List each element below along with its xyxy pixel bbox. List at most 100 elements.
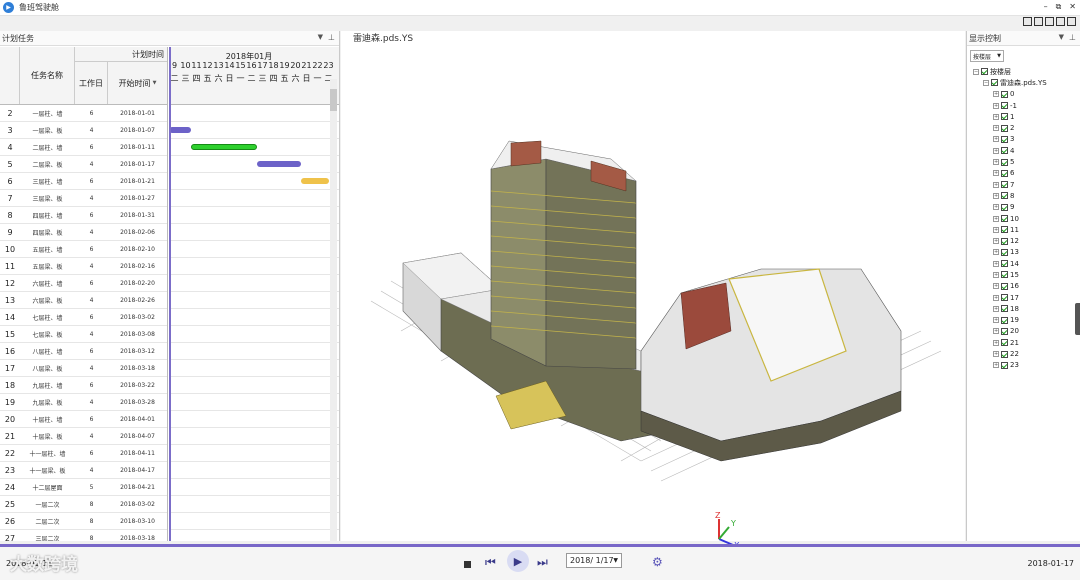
table-row[interactable]: 27 三层二次 8 2018-03-18 <box>0 530 167 542</box>
checkbox[interactable] <box>981 68 988 76</box>
expand-icon[interactable]: + <box>993 125 999 132</box>
tree-floor-item[interactable]: +14 <box>973 258 1080 269</box>
checkbox[interactable] <box>1001 181 1008 189</box>
side-drawer-tab[interactable] <box>1075 303 1080 335</box>
expand-icon[interactable]: + <box>993 339 999 346</box>
checkbox[interactable] <box>991 79 998 87</box>
checkbox[interactable] <box>1001 169 1008 177</box>
restore-button[interactable]: ⧉ <box>1056 2 1062 12</box>
vertical-scrollbar[interactable] <box>330 79 337 541</box>
tree-floor-item[interactable]: +17 <box>973 292 1080 303</box>
iso-view-icon[interactable] <box>1056 17 1065 26</box>
tree-floor-item[interactable]: +16 <box>973 281 1080 292</box>
table-row[interactable]: 5 二层梁、板 4 2018-01-17 <box>0 156 167 173</box>
table-row[interactable]: 23 十一层梁、板 4 2018-04-17 <box>0 462 167 479</box>
table-row[interactable]: 12 六层柱、墙 6 2018-02-20 <box>0 275 167 292</box>
table-row[interactable]: 9 四层梁、板 4 2018-02-06 <box>0 224 167 241</box>
table-row[interactable]: 26 二层二次 8 2018-03-10 <box>0 513 167 530</box>
front-view-icon[interactable] <box>1023 17 1032 26</box>
table-row[interactable]: 21 十层梁、板 4 2018-04-07 <box>0 428 167 445</box>
tree-floor-item[interactable]: +0 <box>973 89 1080 100</box>
checkbox[interactable] <box>1001 248 1008 256</box>
checkbox[interactable] <box>1001 135 1008 143</box>
tree-file[interactable]: − 雷迪森.pds.YS <box>973 77 1080 88</box>
expand-icon[interactable]: + <box>993 260 999 267</box>
checkbox[interactable] <box>1001 113 1008 121</box>
model-view[interactable]: 雷迪森.pds.YS Z Y <box>341 31 965 549</box>
checkbox[interactable] <box>1001 271 1008 279</box>
table-row[interactable]: 8 四层柱、墙 6 2018-01-31 <box>0 207 167 224</box>
checkbox[interactable] <box>1001 158 1008 166</box>
gear-icon[interactable]: ⚙ <box>652 555 663 569</box>
table-row[interactable]: 24 十二层屋面 5 2018-04-21 <box>0 479 167 496</box>
expand-icon[interactable]: + <box>993 328 999 335</box>
layers-icon[interactable] <box>1067 17 1076 26</box>
expand-icon[interactable]: + <box>993 159 999 166</box>
expand-icon[interactable]: + <box>993 181 999 188</box>
expand-icon[interactable]: + <box>993 113 999 120</box>
expand-icon[interactable]: + <box>993 317 999 324</box>
tree-floor-item[interactable]: +10 <box>973 213 1080 224</box>
side-view-icon[interactable] <box>1034 17 1043 26</box>
tree-floor-item[interactable]: +12 <box>973 235 1080 246</box>
expand-icon[interactable]: + <box>993 102 999 109</box>
table-row[interactable]: 16 八层柱、墙 6 2018-03-12 <box>0 343 167 360</box>
expand-icon[interactable]: + <box>993 147 999 154</box>
pin-icon[interactable]: ⊥ <box>328 33 335 42</box>
checkbox[interactable] <box>1001 237 1008 245</box>
table-row[interactable]: 2 一层柱、墙 6 2018-01-01 <box>0 105 167 122</box>
expand-icon[interactable]: + <box>993 351 999 358</box>
tree-root[interactable]: − 按楼层 <box>973 66 1080 77</box>
table-row[interactable]: 15 七层梁、板 4 2018-03-08 <box>0 326 167 343</box>
tree-floor-item[interactable]: +8 <box>973 190 1080 201</box>
table-row[interactable]: 4 二层柱、墙 6 2018-01-11 <box>0 139 167 156</box>
table-row[interactable]: 22 十一层柱、墙 6 2018-04-11 <box>0 445 167 462</box>
table-row[interactable]: 7 三层梁、板 4 2018-01-27 <box>0 190 167 207</box>
checkbox[interactable] <box>1001 350 1008 358</box>
expand-icon[interactable]: + <box>993 305 999 312</box>
table-row[interactable]: 25 一层二次 8 2018-03-02 <box>0 496 167 513</box>
collapse-icon[interactable]: − <box>973 68 979 75</box>
minimize-button[interactable]: – <box>1044 2 1048 12</box>
layer-mode-select[interactable]: 按楼层 ▼ <box>970 50 1004 62</box>
tree-floor-item[interactable]: +21 <box>973 337 1080 348</box>
expand-icon[interactable]: + <box>993 271 999 278</box>
current-date-line[interactable] <box>169 47 171 541</box>
checkbox[interactable] <box>1001 339 1008 347</box>
gantt-task-bar[interactable] <box>191 144 257 150</box>
expand-icon[interactable]: + <box>993 170 999 177</box>
checkbox[interactable] <box>1001 282 1008 290</box>
tree-floor-item[interactable]: +19 <box>973 315 1080 326</box>
top-view-icon[interactable] <box>1045 17 1054 26</box>
gantt-task-bar[interactable] <box>301 178 329 184</box>
expand-icon[interactable]: + <box>993 215 999 222</box>
gantt-task-bar[interactable] <box>257 161 301 167</box>
expand-icon[interactable]: + <box>993 283 999 290</box>
date-picker[interactable]: 2018/ 1/17 ▼ <box>566 553 622 568</box>
table-row[interactable]: 11 五层梁、板 4 2018-02-16 <box>0 258 167 275</box>
expand-icon[interactable]: + <box>993 136 999 143</box>
expand-icon[interactable]: + <box>993 294 999 301</box>
checkbox[interactable] <box>1001 294 1008 302</box>
tree-floor-item[interactable]: +9 <box>973 202 1080 213</box>
collapse-icon[interactable]: − <box>983 79 989 86</box>
table-row[interactable]: 18 九层柱、墙 6 2018-03-22 <box>0 377 167 394</box>
expand-icon[interactable]: + <box>993 249 999 256</box>
start-time-header[interactable]: 开始时间 ▼ <box>108 62 167 104</box>
table-row[interactable]: 20 十层柱、墙 6 2018-04-01 <box>0 411 167 428</box>
expand-icon[interactable]: + <box>993 362 999 369</box>
tree-floor-item[interactable]: +6 <box>973 168 1080 179</box>
checkbox[interactable] <box>1001 192 1008 200</box>
checkbox[interactable] <box>1001 215 1008 222</box>
tree-floor-item[interactable]: +1 <box>973 111 1080 122</box>
table-row[interactable]: 3 一层梁、板 4 2018-01-07 <box>0 122 167 139</box>
task-name-header[interactable]: 任务名称 <box>20 47 75 104</box>
panel-menu-icon[interactable]: ▼ <box>1059 33 1064 41</box>
table-row[interactable]: 13 六层梁、板 4 2018-02-26 <box>0 292 167 309</box>
panel-menu-icon[interactable]: ▼ <box>318 33 323 41</box>
tree-floor-item[interactable]: +5 <box>973 156 1080 167</box>
tree-floor-item[interactable]: + -1 <box>973 100 1080 111</box>
gantt-task-bar[interactable] <box>169 127 191 133</box>
close-button[interactable]: ✕ <box>1069 2 1076 12</box>
building-model[interactable] <box>341 31 965 541</box>
